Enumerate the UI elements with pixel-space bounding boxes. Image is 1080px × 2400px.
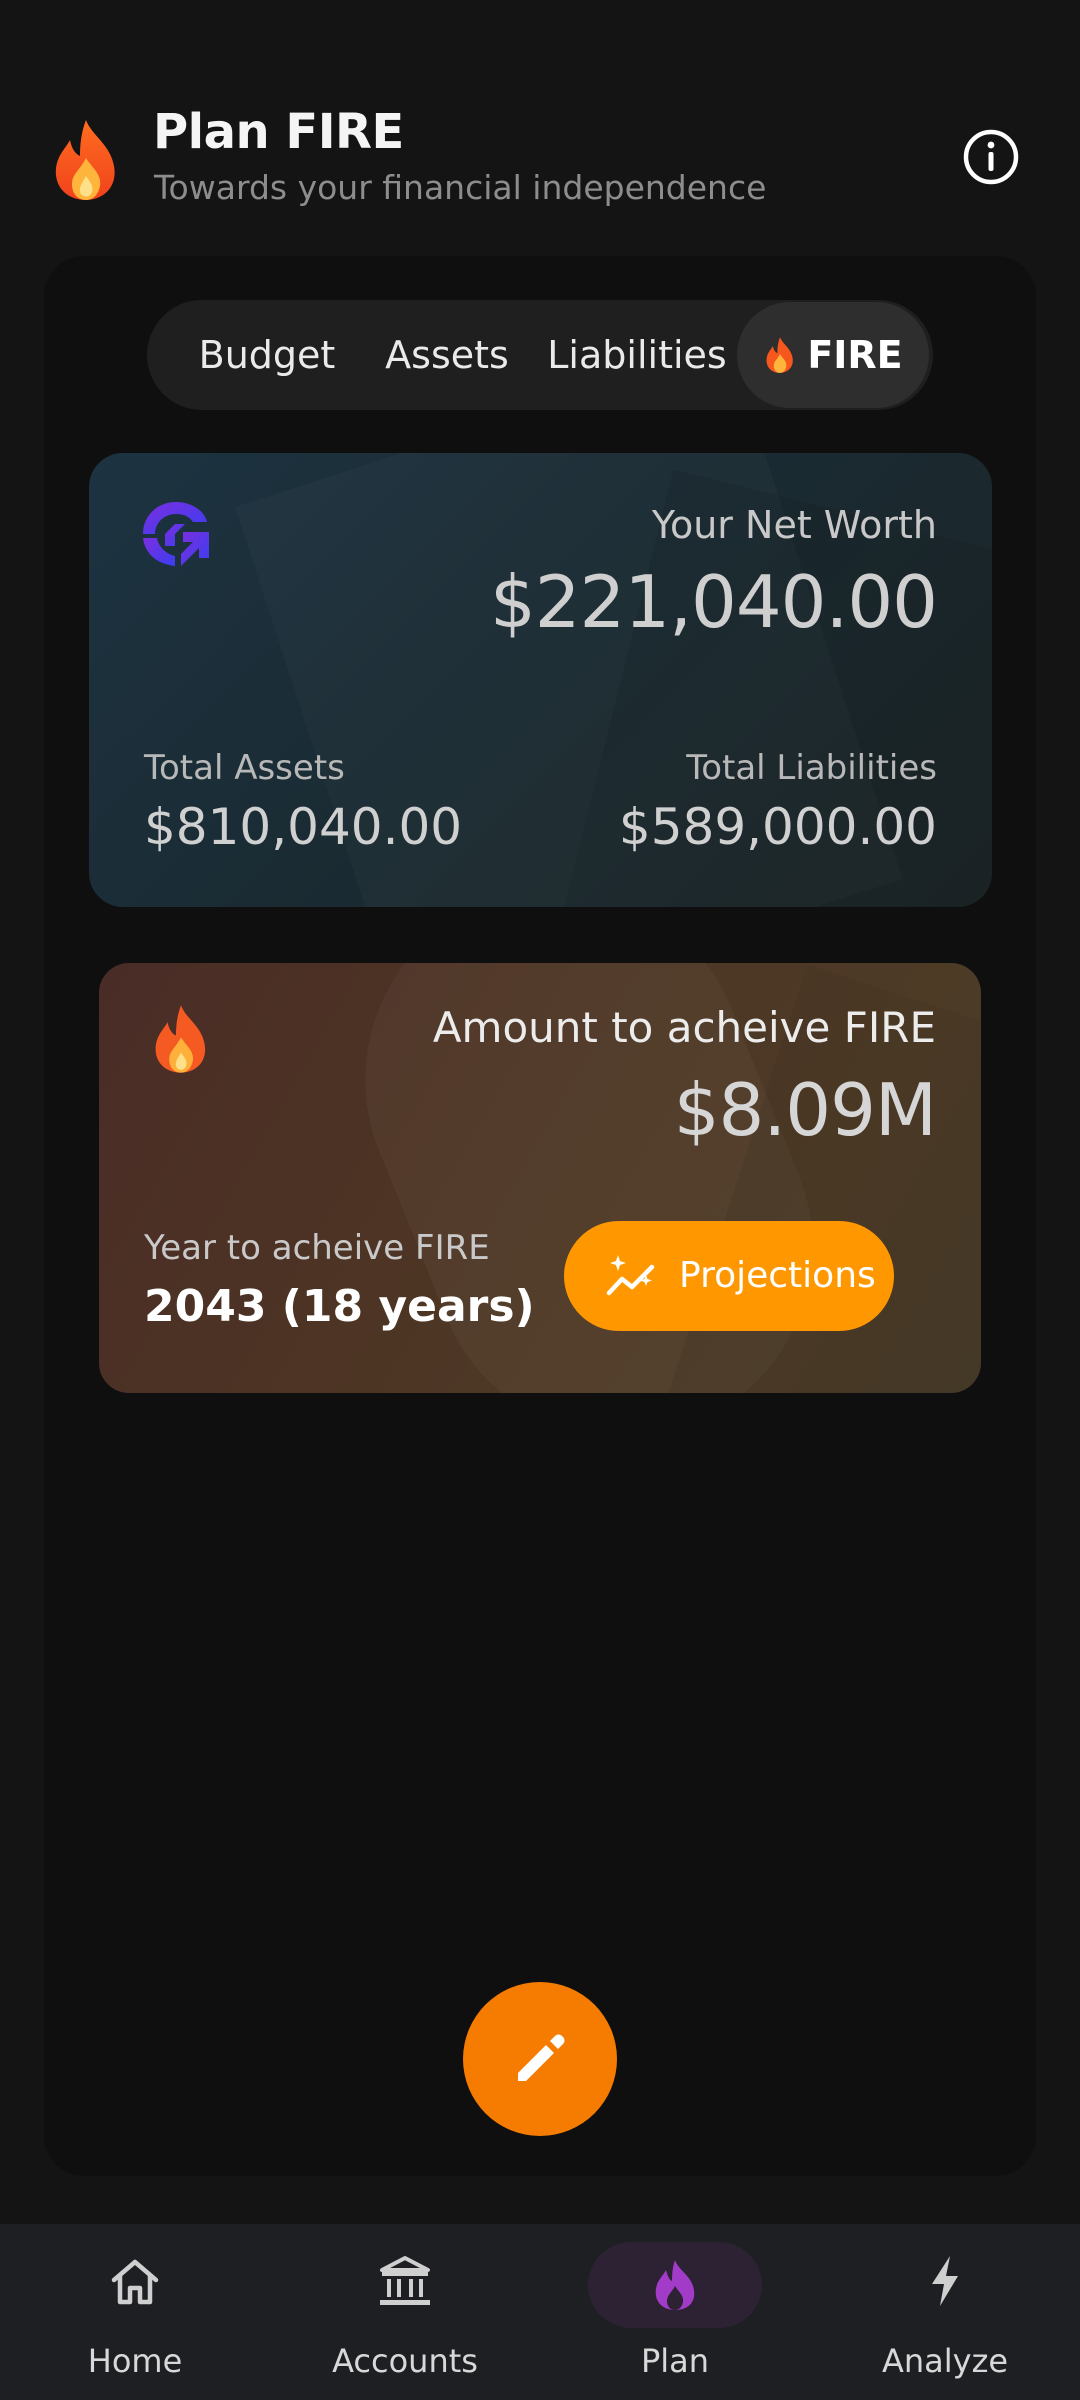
pencil-icon: [518, 2034, 565, 2081]
total-liabilities-label: Total Liabilities: [686, 748, 937, 788]
total-assets-value: $810,040.00: [144, 798, 463, 856]
net-worth-value: $221,040.00: [489, 560, 938, 644]
fire-year-value: 2043 (18 years): [144, 1281, 535, 1332]
nav-label-home: Home: [87, 2342, 183, 2380]
total-liabilities-value: $589,000.00: [618, 798, 937, 856]
page-title: Plan FIRE: [153, 104, 404, 160]
nav-item-analyze[interactable]: Analyze: [810, 2224, 1080, 2400]
nav-label-plan: Plan: [640, 2342, 710, 2380]
flame-icon: [55, 120, 115, 200]
nav-label-accounts: Accounts: [332, 2342, 478, 2380]
bottom-navigation: Home Accounts Plan Analyze: [0, 2224, 1080, 2400]
tab-assets[interactable]: Assets: [357, 300, 537, 410]
segment-tabs: Budget Assets Liabilities FIRE: [147, 300, 933, 410]
app-header: Plan FIRE Towards your financial indepen…: [0, 0, 1080, 230]
lightning-icon: [932, 2256, 958, 2306]
nav-label-analyze: Analyze: [881, 2342, 1009, 2380]
tab-fire-label: FIRE: [807, 333, 903, 377]
nav-item-plan[interactable]: Plan: [540, 2224, 810, 2400]
fire-amount-value: $8.09M: [673, 1068, 937, 1152]
projections-button[interactable]: Projections: [564, 1221, 894, 1331]
net-worth-card: Your Net Worth $221,040.00 Total Assets …: [89, 453, 992, 907]
info-icon[interactable]: [962, 128, 1020, 186]
nav-item-home[interactable]: Home: [0, 2224, 270, 2400]
fire-card: Amount to acheive FIRE $8.09M Year to ac…: [99, 963, 981, 1393]
page-subtitle: Towards your financial independence: [154, 168, 767, 207]
fire-year-label: Year to acheive FIRE: [144, 1228, 490, 1268]
edit-fab[interactable]: [463, 1982, 617, 2136]
brand-logo-icon: [143, 502, 209, 566]
home-icon: [111, 2259, 159, 2305]
tab-budget[interactable]: Budget: [172, 300, 362, 410]
net-worth-label: Your Net Worth: [651, 503, 937, 547]
total-assets-label: Total Assets: [144, 748, 345, 788]
bank-icon: [380, 2256, 430, 2305]
flame-icon: [155, 1005, 206, 1073]
flame-icon: [766, 337, 794, 373]
projections-button-label: Projections: [679, 1255, 876, 1296]
plan-fire-screen: Plan FIRE Towards your financial indepen…: [0, 0, 1080, 2400]
tab-liabilities[interactable]: Liabilities: [537, 300, 737, 410]
sparkle-chart-icon: [606, 1255, 655, 1296]
tab-fire[interactable]: FIRE: [737, 302, 929, 408]
nav-item-accounts[interactable]: Accounts: [270, 2224, 540, 2400]
fire-amount-label: Amount to acheive FIRE: [432, 1003, 936, 1052]
flame-icon: [655, 2260, 695, 2310]
